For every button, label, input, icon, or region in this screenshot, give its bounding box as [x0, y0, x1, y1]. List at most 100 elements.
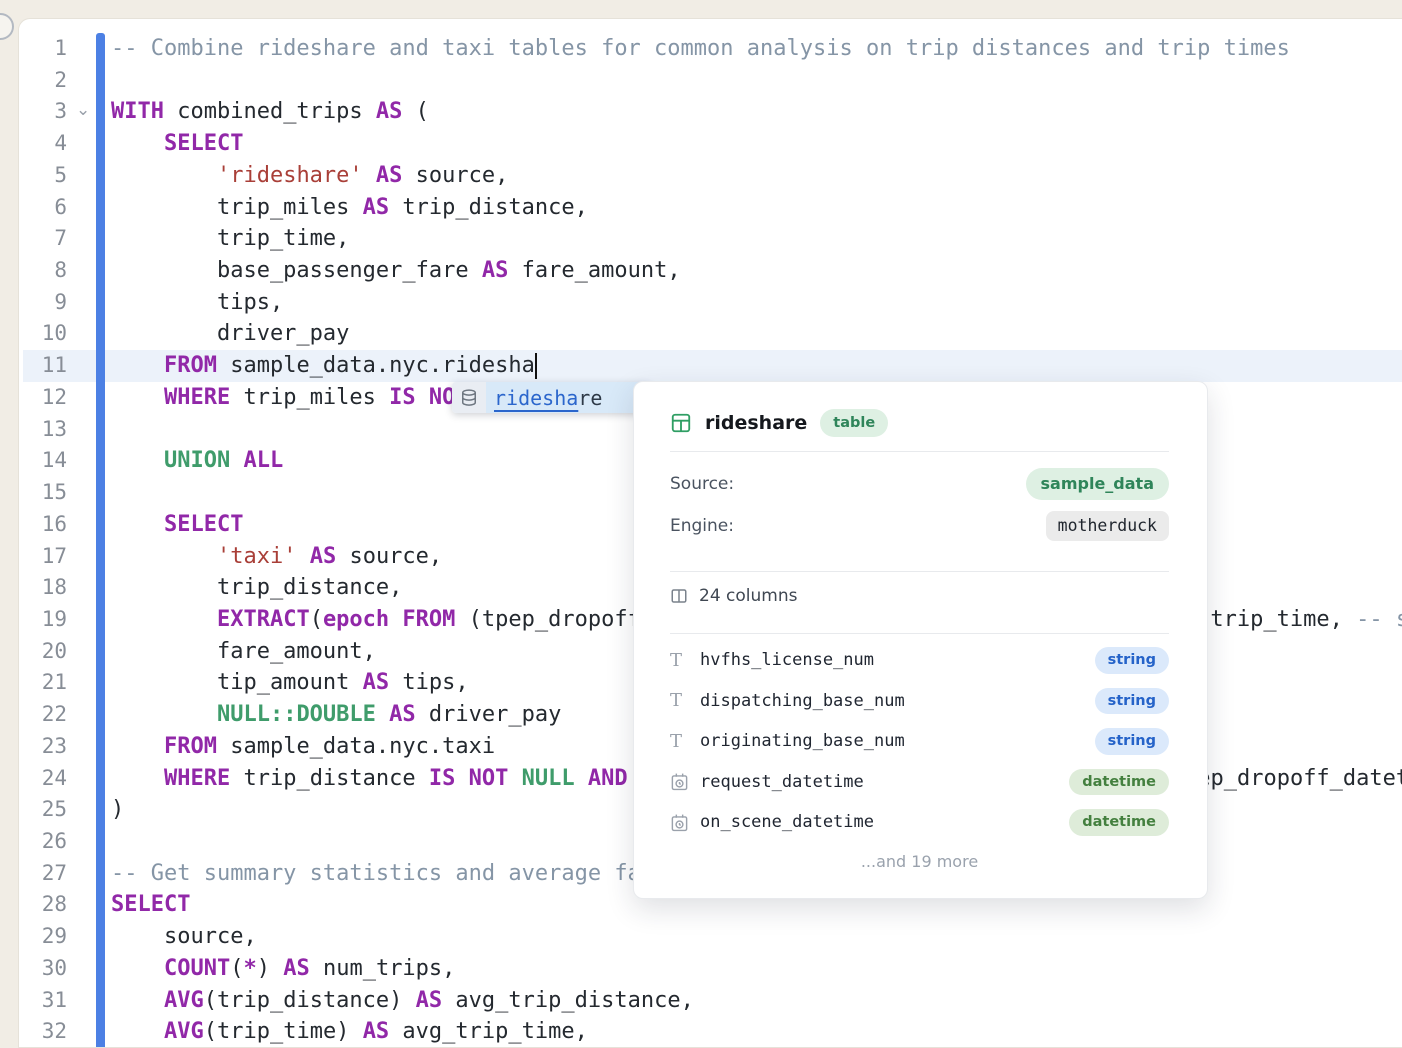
autocomplete-matched-text: ridesha	[494, 386, 578, 410]
code-line[interactable]: 8 base_passenger_fare AS fare_amount,	[19, 255, 1402, 287]
code-line[interactable]: 3 ⌄ WITH combined_trips AS (	[19, 96, 1402, 128]
text-type-icon: T	[670, 690, 700, 711]
code-text: AVG(trip_time) AS avg_trip_time,	[111, 1016, 1402, 1048]
line-number: 3	[19, 96, 67, 128]
code-text: 'rideshare' AS source,	[111, 160, 1402, 192]
code-text: tips,	[111, 287, 1402, 319]
line-number: 7	[19, 223, 67, 255]
column-row: Tdispatching_base_numstring	[670, 681, 1169, 722]
line-number: 25	[19, 794, 67, 826]
line-number: 31	[19, 985, 67, 1017]
code-line[interactable]: 32 AVG(trip_time) AS avg_trip_time,	[19, 1016, 1402, 1048]
autocomplete-suggestion-rideshare[interactable]: rideshare	[486, 382, 650, 413]
column-row: Toriginating_base_numstring	[670, 721, 1169, 762]
code-line[interactable]: 1 -- Combine rideshare and taxi tables fo…	[19, 33, 1402, 65]
line-number: 22	[19, 699, 67, 731]
line-number: 9	[19, 287, 67, 319]
engine-row: Engine: motherduck	[670, 505, 1169, 547]
line-number: 16	[19, 509, 67, 541]
line-number: 14	[19, 445, 67, 477]
code-text: base_passenger_fare AS fare_amount,	[111, 255, 1402, 287]
text-type-icon: T	[670, 731, 700, 752]
text-cursor	[535, 353, 537, 379]
line-number: 10	[19, 318, 67, 350]
code-line[interactable]: 4 SELECT	[19, 128, 1402, 160]
line-number: 23	[19, 731, 67, 763]
line-number: 32	[19, 1016, 67, 1048]
columns-icon	[670, 587, 688, 605]
column-type-badge: string	[1095, 728, 1169, 755]
autocomplete-rest-text: re	[578, 386, 602, 410]
edge-decoration-circle	[0, 13, 14, 40]
code-line[interactable]: 10 driver_pay	[19, 318, 1402, 350]
line-number: 17	[19, 541, 67, 573]
line-number: 20	[19, 636, 67, 668]
line-number: 2	[19, 65, 67, 97]
line-number: 28	[19, 889, 67, 921]
code-text: SELECT	[111, 128, 1402, 160]
line-number: 1	[19, 33, 67, 65]
code-line[interactable]: 9 tips,	[19, 287, 1402, 319]
code-text: driver_pay	[111, 318, 1402, 350]
popup-header: rideshare table	[670, 408, 1169, 438]
source-badge: sample_data	[1026, 468, 1169, 500]
column-name: request_datetime	[700, 772, 1069, 792]
popup-table-name: rideshare	[705, 412, 807, 434]
column-type-badge: string	[1095, 647, 1169, 674]
code-text: FROM sample_data.nyc.ridesha	[111, 350, 1402, 382]
column-name: dispatching_base_num	[700, 691, 1095, 711]
popup-info-section: Source: sample_data Engine: motherduck	[670, 452, 1169, 558]
column-row: Thvfhs_license_numstring	[670, 640, 1169, 681]
line-number: 26	[19, 826, 67, 858]
line-number: 12	[19, 382, 67, 414]
line-number: 30	[19, 953, 67, 985]
code-text: trip_miles AS trip_distance,	[111, 192, 1402, 224]
engine-badge: motherduck	[1046, 511, 1169, 542]
autocomplete-dropdown: rideshare	[452, 382, 650, 413]
engine-label: Engine:	[670, 516, 734, 536]
column-type-badge: string	[1095, 688, 1169, 715]
line-number: 11	[19, 350, 67, 382]
line-number: 4	[19, 128, 67, 160]
line-number: 24	[19, 763, 67, 795]
text-type-icon: T	[670, 650, 700, 671]
code-text: source,	[111, 921, 1402, 953]
code-line[interactable]: 31 AVG(trip_distance) AS avg_trip_distan…	[19, 985, 1402, 1017]
table-type-badge: table	[820, 409, 888, 438]
code-text: COUNT(*) AS num_trips,	[111, 953, 1402, 985]
fold-chevron-icon[interactable]: ⌄	[76, 95, 90, 127]
code-text: -- Combine rideshare and taxi tables for…	[111, 33, 1402, 65]
code-text: trip_time,	[111, 223, 1402, 255]
code-line[interactable]: 11 FROM sample_data.nyc.ridesha	[19, 350, 1402, 382]
line-number: 29	[19, 921, 67, 953]
column-name: hvfhs_license_num	[700, 650, 1095, 670]
columns-count-label: 24 columns	[699, 586, 797, 606]
code-line[interactable]: 5 'rideshare' AS source,	[19, 160, 1402, 192]
code-line[interactable]: 29 source,	[19, 921, 1402, 953]
calendar-clock-icon	[670, 813, 700, 832]
more-columns-label: ...and 19 more	[670, 852, 1169, 871]
line-number: 19	[19, 604, 67, 636]
line-number: 8	[19, 255, 67, 287]
line-number: 6	[19, 192, 67, 224]
column-name: on_scene_datetime	[700, 812, 1069, 832]
columns-count-row: 24 columns	[670, 572, 1169, 620]
column-type-badge: datetime	[1069, 809, 1169, 836]
column-row: on_scene_datetimedatetime	[670, 802, 1169, 843]
code-text: WITH combined_trips AS (	[111, 96, 1402, 128]
code-line[interactable]: 30 COUNT(*) AS num_trips,	[19, 953, 1402, 985]
code-line[interactable]: 6 trip_miles AS trip_distance,	[19, 192, 1402, 224]
gutter-change-bar	[96, 33, 105, 1047]
database-icon	[452, 382, 486, 413]
code-line[interactable]: 2	[19, 65, 1402, 97]
calendar-clock-icon	[670, 772, 700, 791]
popup-columns-list: Thvfhs_license_numstringTdispatching_bas…	[670, 634, 1169, 843]
column-name: originating_base_num	[700, 731, 1095, 751]
code-line[interactable]: 7 trip_time,	[19, 223, 1402, 255]
line-number: 18	[19, 572, 67, 604]
column-type-badge: datetime	[1069, 769, 1169, 796]
source-label: Source:	[670, 474, 734, 494]
source-row: Source: sample_data	[670, 463, 1169, 505]
line-number: 13	[19, 414, 67, 446]
code-text: AVG(trip_distance) AS avg_trip_distance,	[111, 985, 1402, 1017]
